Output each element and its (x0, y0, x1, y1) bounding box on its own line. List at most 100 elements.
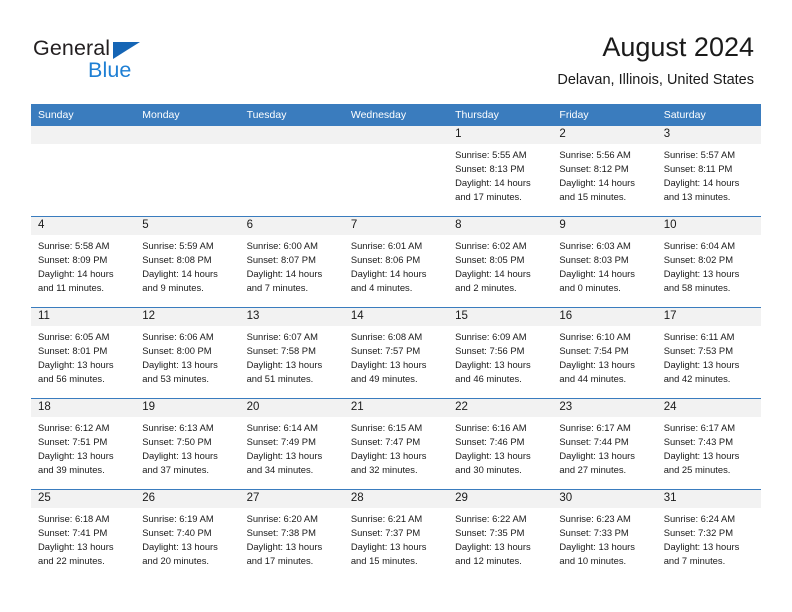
sunset-text: Sunset: 7:50 PM (142, 436, 212, 448)
page-title: August 2024 (602, 32, 754, 62)
sunset-text: Sunset: 8:13 PM (455, 163, 525, 175)
weekday-header-wednesday: Wednesday (343, 104, 449, 126)
title-block: August 2024 Delavan, Illinois, United St… (557, 30, 754, 90)
sunset-text: Sunset: 8:12 PM (559, 163, 629, 175)
daylight-text: Daylight: 13 hours and 46 minutes. (455, 359, 531, 385)
calendar-day-cell[interactable]: 15 Sunrise: 6:09 AM Sunset: 7:56 PM Dayligh… (448, 307, 553, 399)
daylight-text: Daylight: 13 hours and 32 minutes. (350, 450, 427, 476)
calendar-day-cell[interactable]: 17 Sunrise: 6:11 AM Sunset: 7:53 PM Dayligh… (656, 307, 761, 399)
sunrise-text: Sunrise: 6:22 AM (455, 513, 527, 524)
sunrise-text: Sunrise: 5:55 AM (455, 149, 527, 160)
calendar-day-cell[interactable]: 5 Sunrise: 5:59 AM Sunset: 8:08 PM Daylight… (135, 216, 240, 308)
calendar-day-cell[interactable]: 4 Sunrise: 5:58 AM Sunset: 8:09 PM Daylight… (31, 216, 136, 308)
sunrise-text: Sunrise: 6:10 AM (559, 331, 631, 342)
calendar-day-cell[interactable]: 29 Sunrise: 6:22 AM Sunset: 7:35 PM Dayligh… (448, 489, 553, 580)
sunset-text: Sunset: 7:33 PM (559, 527, 629, 539)
calendar-day-cell[interactable]: 13 Sunrise: 6:07 AM Sunset: 7:58 PM Dayligh… (239, 307, 344, 399)
day-number: 21 (343, 399, 449, 417)
sunrise-text: Sunrise: 6:17 AM (559, 422, 631, 433)
calendar-day-cell[interactable]: 11 Sunrise: 6:05 AM Sunset: 8:01 PM Dayligh… (31, 307, 136, 399)
daylight-text: Daylight: 14 hours and 17 minutes. (455, 177, 531, 203)
sunset-text: Sunset: 7:38 PM (246, 527, 316, 539)
calendar-day-cell[interactable]: 12 Sunrise: 6:06 AM Sunset: 8:00 PM Dayligh… (135, 307, 240, 399)
day-details: Sunrise: 6:18 AM Sunset: 7:41 PM Daylight:… (31, 508, 135, 568)
calendar-day-cell[interactable]: 10 Sunrise: 6:04 AM Sunset: 8:02 PM Dayligh… (656, 216, 761, 308)
calendar-day-cell[interactable]: 20 Sunrise: 6:14 AM Sunset: 7:49 PM Dayligh… (239, 398, 344, 490)
day-number: 13 (239, 308, 344, 326)
daylight-text: Daylight: 13 hours and 34 minutes. (246, 450, 323, 476)
calendar-day-cell[interactable]: 1 Sunrise: 5:55 AM Sunset: 8:13 PM Daylight… (448, 126, 553, 217)
weekday-header-saturday: Saturday (656, 104, 761, 126)
day-details: Sunrise: 6:17 AM Sunset: 7:43 PM Daylight:… (657, 417, 761, 477)
sunrise-text: Sunrise: 6:04 AM (663, 240, 736, 251)
sunrise-text: Sunrise: 6:02 AM (455, 240, 527, 251)
day-number: 19 (135, 399, 240, 417)
daylight-text: Daylight: 13 hours and 42 minutes. (663, 359, 740, 385)
daylight-text: Daylight: 14 hours and 4 minutes. (350, 268, 427, 294)
weekday-header-friday: Friday (552, 104, 657, 126)
calendar-day-cell[interactable]: 30 Sunrise: 6:23 AM Sunset: 7:33 PM Dayligh… (552, 489, 657, 580)
sunset-text: Sunset: 7:53 PM (663, 345, 733, 357)
calendar-day-cell[interactable]: 7 Sunrise: 6:01 AM Sunset: 8:06 PM Daylight… (343, 216, 449, 308)
day-details: Sunrise: 5:56 AM Sunset: 8:12 PM Daylight:… (552, 144, 656, 204)
sunset-text: Sunset: 7:54 PM (559, 345, 629, 357)
day-number: 23 (552, 399, 657, 417)
day-number: 2 (552, 126, 657, 144)
day-number: 5 (135, 217, 240, 235)
day-details: Sunrise: 6:11 AM Sunset: 7:53 PM Daylight:… (657, 326, 761, 386)
calendar-day-cell[interactable]: 21 Sunrise: 6:15 AM Sunset: 7:47 PM Dayligh… (343, 398, 449, 490)
day-number: 26 (135, 490, 240, 508)
day-number: 3 (656, 126, 761, 144)
calendar-day-cell[interactable]: 2 Sunrise: 5:56 AM Sunset: 8:12 PM Daylight… (552, 126, 657, 217)
calendar-day-cell[interactable]: 19 Sunrise: 6:13 AM Sunset: 7:50 PM Dayligh… (135, 398, 240, 490)
daylight-text: Daylight: 13 hours and 7 minutes. (663, 541, 740, 567)
page-header: General Blue August 2024 Delavan, Illino… (0, 0, 792, 104)
daylight-text: Daylight: 14 hours and 11 minutes. (38, 268, 114, 294)
calendar-day-cell[interactable]: 25 Sunrise: 6:18 AM Sunset: 7:41 PM Dayligh… (31, 489, 136, 580)
calendar-day-cell[interactable]: 8 Sunrise: 6:02 AM Sunset: 8:05 PM Daylight… (448, 216, 553, 308)
day-number: 11 (31, 308, 136, 326)
calendar-day-cell[interactable]: 16 Sunrise: 6:10 AM Sunset: 7:54 PM Dayligh… (552, 307, 657, 399)
day-number: 25 (31, 490, 136, 508)
sunrise-text: Sunrise: 6:06 AM (142, 331, 214, 342)
calendar-day-cell[interactable]: 28 Sunrise: 6:21 AM Sunset: 7:37 PM Dayligh… (343, 489, 449, 580)
day-number (135, 126, 240, 144)
calendar-day-cell[interactable]: 3 Sunrise: 5:57 AM Sunset: 8:11 PM Daylight… (656, 126, 761, 217)
daylight-text: Daylight: 13 hours and 39 minutes. (38, 450, 114, 476)
calendar-day-cell[interactable]: 22 Sunrise: 6:16 AM Sunset: 7:46 PM Dayligh… (448, 398, 553, 490)
calendar-day-cell[interactable]: 14 Sunrise: 6:08 AM Sunset: 7:57 PM Dayligh… (343, 307, 449, 399)
sunrise-text: Sunrise: 6:14 AM (246, 422, 318, 433)
calendar-week-row: 18 Sunrise: 6:12 AM Sunset: 7:51 PM Dayligh… (31, 398, 761, 490)
day-number: 24 (656, 399, 761, 417)
calendar-day-cell[interactable]: 26 Sunrise: 6:19 AM Sunset: 7:40 PM Dayligh… (135, 489, 240, 580)
day-details: Sunrise: 6:15 AM Sunset: 7:47 PM Daylight:… (344, 417, 448, 477)
calendar-day-cell[interactable]: 24 Sunrise: 6:17 AM Sunset: 7:43 PM Dayligh… (656, 398, 761, 490)
daylight-text: Daylight: 13 hours and 15 minutes. (350, 541, 427, 567)
daylight-text: Daylight: 13 hours and 51 minutes. (246, 359, 323, 385)
day-number: 10 (656, 217, 761, 235)
day-number: 30 (552, 490, 657, 508)
calendar-day-cell[interactable]: 23 Sunrise: 6:17 AM Sunset: 7:44 PM Dayligh… (552, 398, 657, 490)
calendar-day-cell[interactable]: 18 Sunrise: 6:12 AM Sunset: 7:51 PM Dayligh… (31, 398, 136, 490)
daylight-text: Daylight: 13 hours and 27 minutes. (559, 450, 635, 476)
sunset-text: Sunset: 8:00 PM (142, 345, 212, 357)
daylight-text: Daylight: 13 hours and 17 minutes. (246, 541, 323, 567)
sunset-text: Sunset: 7:40 PM (142, 527, 212, 539)
sunset-text: Sunset: 7:46 PM (455, 436, 525, 448)
calendar-day-cell-empty (135, 126, 240, 217)
calendar-day-cell[interactable]: 31 Sunrise: 6:24 AM Sunset: 7:32 PM Dayligh… (656, 489, 761, 580)
sunrise-text: Sunrise: 6:19 AM (142, 513, 214, 524)
weekday-header-thursday: Thursday (448, 104, 553, 126)
day-details: Sunrise: 6:10 AM Sunset: 7:54 PM Daylight:… (552, 326, 656, 386)
sunset-text: Sunset: 7:57 PM (350, 345, 421, 357)
day-number: 1 (448, 126, 553, 144)
calendar-day-cell[interactable]: 9 Sunrise: 6:03 AM Sunset: 8:03 PM Daylight… (552, 216, 657, 308)
calendar-day-cell[interactable]: 27 Sunrise: 6:20 AM Sunset: 7:38 PM Dayligh… (239, 489, 344, 580)
day-details: Sunrise: 6:12 AM Sunset: 7:51 PM Daylight:… (31, 417, 135, 477)
calendar-week-row: 4 Sunrise: 5:58 AM Sunset: 8:09 PM Daylight… (31, 216, 761, 308)
sunrise-text: Sunrise: 6:20 AM (246, 513, 318, 524)
sunset-text: Sunset: 8:03 PM (559, 254, 629, 266)
sunrise-text: Sunrise: 6:16 AM (455, 422, 527, 433)
calendar-day-cell[interactable]: 6 Sunrise: 6:00 AM Sunset: 8:07 PM Daylight… (239, 216, 344, 308)
general-blue-logo[interactable]: General Blue (33, 36, 233, 88)
